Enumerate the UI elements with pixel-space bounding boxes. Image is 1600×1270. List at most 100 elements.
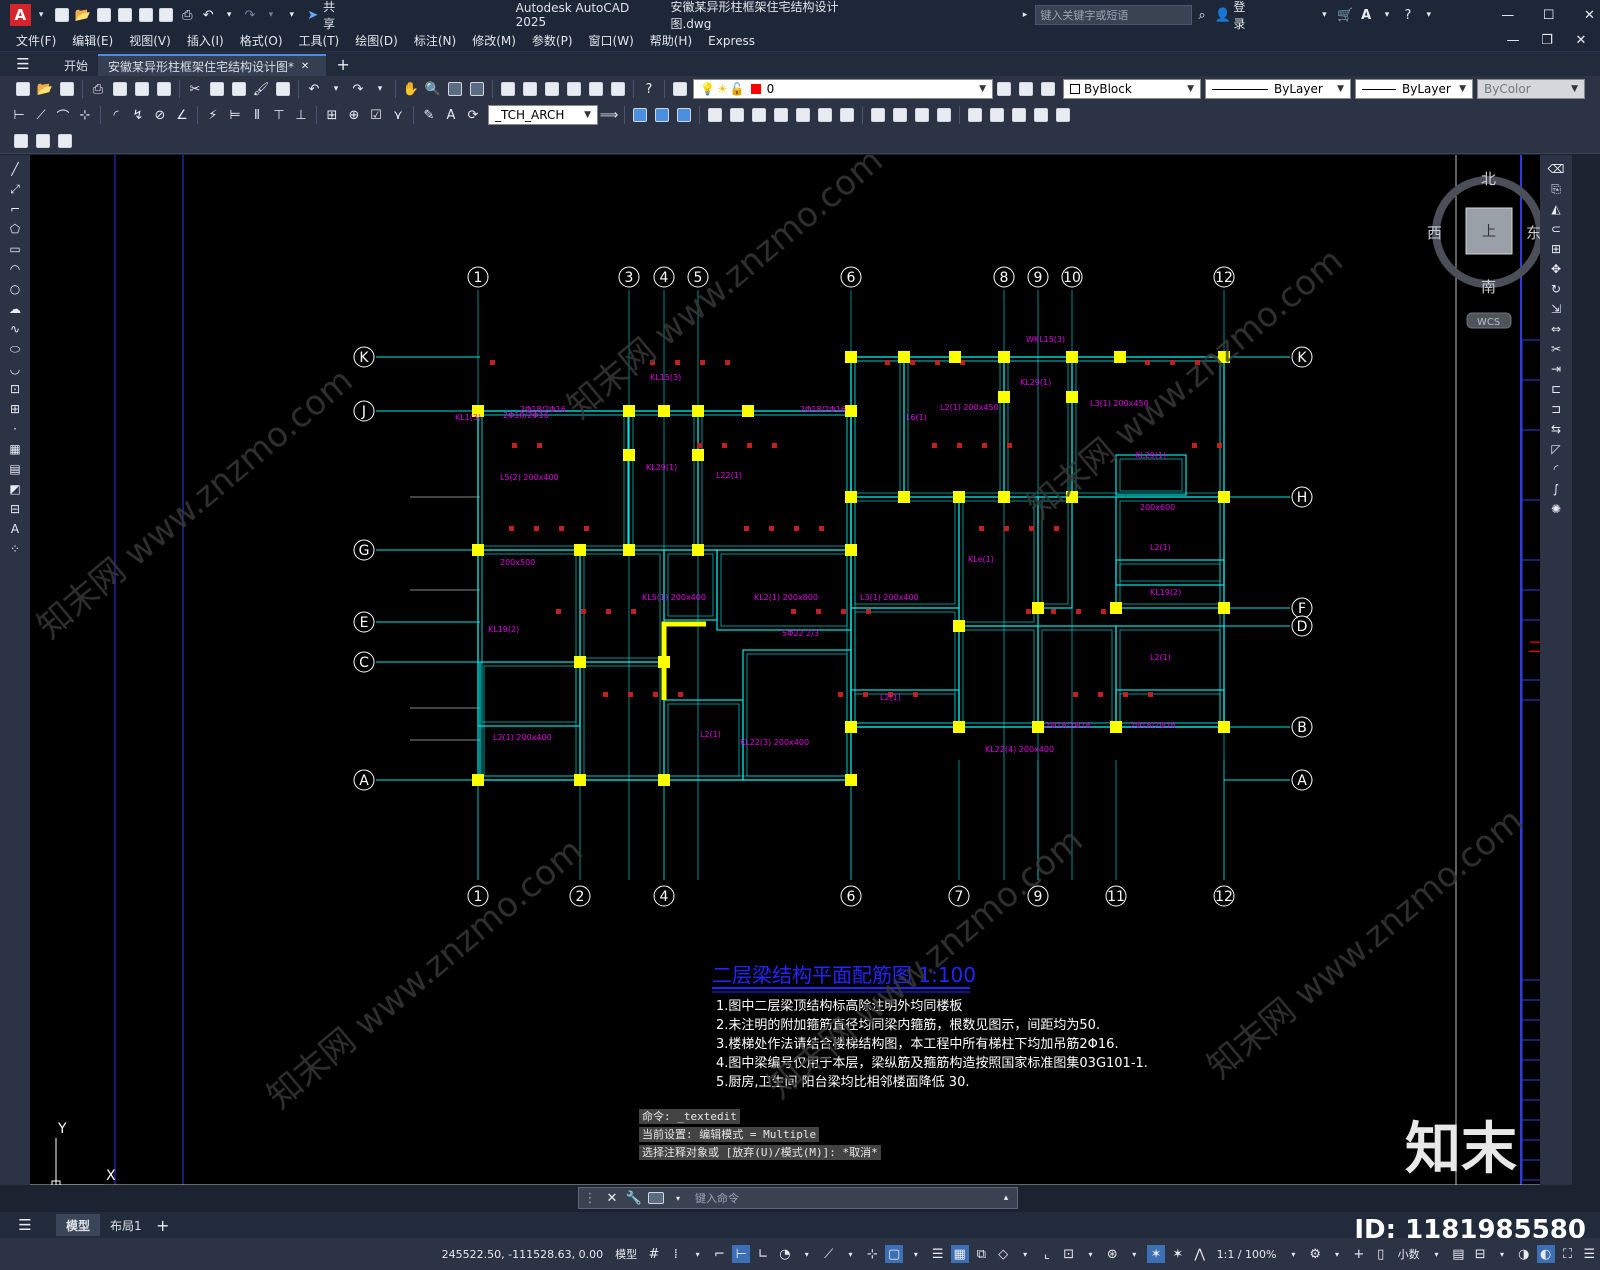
make-current-layer-icon[interactable]	[995, 80, 1013, 98]
tch-tool-9-icon[interactable]	[816, 106, 834, 124]
clean-screen-icon[interactable]: ⛶	[1559, 1245, 1577, 1263]
undo-icon[interactable]: ↶	[200, 6, 217, 24]
tch-tool-12-icon[interactable]	[891, 106, 909, 124]
explode-icon[interactable]: ✺	[1547, 500, 1565, 518]
cut-icon[interactable]: ✂	[186, 80, 204, 98]
revcloud-icon[interactable]: ☁	[6, 300, 24, 318]
redo-icon[interactable]: ↷	[242, 6, 259, 24]
hatch-icon[interactable]: ▦	[6, 440, 24, 458]
arc-icon[interactable]: ◠	[6, 260, 24, 278]
layer-properties-icon[interactable]	[671, 80, 689, 98]
customize-icon[interactable]: ▾	[283, 6, 300, 24]
menu-tools[interactable]: 工具(T)	[291, 32, 348, 49]
scale-icon[interactable]: ⇲	[1547, 300, 1565, 318]
dynamic-ucs-icon[interactable]: ⌞	[1038, 1245, 1056, 1263]
annotation-visibility-icon[interactable]: ✶	[1147, 1245, 1165, 1263]
rectangle-icon[interactable]: ▭	[6, 240, 24, 258]
polar-arrow-icon[interactable]: ▾	[798, 1245, 816, 1263]
snap-icon[interactable]: ⁞	[667, 1245, 685, 1263]
search-expand-icon[interactable]: ▸	[1017, 6, 1034, 24]
polyline-icon[interactable]: ⌐	[6, 200, 24, 218]
cmd-close-icon[interactable]: ✕	[603, 1189, 621, 1207]
move-icon[interactable]: ✥	[1547, 260, 1565, 278]
cmd-grip-icon[interactable]: ⋮	[581, 1189, 599, 1207]
save-file-icon[interactable]	[58, 80, 76, 98]
annotation-monitor-icon[interactable]: +	[1350, 1245, 1368, 1263]
search-icon[interactable]: ⌕	[1194, 6, 1211, 24]
auto-scale-icon[interactable]: ✶	[1169, 1245, 1187, 1263]
trim-icon[interactable]: ✂	[1547, 340, 1565, 358]
menu-insert[interactable]: 插入(I)	[179, 32, 232, 49]
search-input[interactable]: 键入关键字或短语	[1035, 5, 1192, 25]
web-open-icon[interactable]	[137, 6, 154, 24]
viewcube-east[interactable]: 东	[1526, 224, 1540, 242]
menu-format[interactable]: 格式(O)	[232, 32, 291, 49]
menu-parametric[interactable]: 参数(P)	[524, 32, 581, 49]
tch-tool-15-icon[interactable]	[966, 106, 984, 124]
transparency-icon[interactable]: ▦	[950, 1245, 969, 1263]
tab-model[interactable]: 模型	[56, 1214, 101, 1236]
dim-baseline-icon[interactable]: ⊨	[226, 106, 244, 124]
add-selected-icon[interactable]: ⁘	[6, 540, 24, 558]
dim-aligned-icon[interactable]: ⟋	[32, 106, 50, 124]
insert-block-icon[interactable]: ⊡	[6, 380, 24, 398]
isodraft-arrow-icon[interactable]: ▾	[842, 1245, 860, 1263]
snap-arrow-icon[interactable]: ▾	[689, 1245, 707, 1263]
publish-icon[interactable]	[133, 80, 151, 98]
undo-tb-icon[interactable]: ↶	[305, 80, 323, 98]
cmd-recent-arrow-icon[interactable]: ▾	[669, 1189, 687, 1207]
viewcube-west[interactable]: 西	[1427, 224, 1442, 242]
help-arrow-icon[interactable]: ▾	[1420, 6, 1437, 24]
selection-filter-arrow-icon[interactable]: ▾	[1082, 1245, 1100, 1263]
extra-tool-1-icon[interactable]	[12, 132, 30, 150]
tool-palettes-icon[interactable]	[543, 80, 561, 98]
break-at-point-icon[interactable]: ⊏	[1547, 380, 1565, 398]
login-arrow-icon[interactable]: ▾	[1316, 6, 1333, 24]
dim-ordinate-icon[interactable]: ⊹	[76, 106, 94, 124]
zoom-realtime-icon[interactable]: 🔍	[424, 80, 442, 98]
hamburger-icon[interactable]: ☰	[14, 55, 32, 73]
plot-icon[interactable]: ⎙	[89, 80, 107, 98]
lock-ui-icon[interactable]: ⊟	[1471, 1245, 1489, 1263]
tch-tool-8-icon[interactable]	[794, 106, 812, 124]
lineweight-toggle-icon[interactable]: ☰	[929, 1245, 947, 1263]
share-icon[interactable]: ➤	[304, 6, 321, 24]
menu-view[interactable]: 视图(V)	[121, 32, 179, 49]
a360-arrow-icon[interactable]: ▾	[1379, 6, 1396, 24]
lineweight-dropdown[interactable]: ByLayer ▼	[1355, 79, 1473, 99]
dim-linear-icon[interactable]: ⊢	[10, 106, 28, 124]
layer-state-icon[interactable]	[1039, 80, 1057, 98]
units-arrow-icon[interactable]: ▾	[1428, 1245, 1446, 1263]
copy-obj-icon[interactable]: ⎘	[1547, 180, 1565, 198]
tch-tool-17-icon[interactable]	[1010, 106, 1028, 124]
help-icon[interactable]: ?	[1399, 6, 1416, 24]
app-logo[interactable]: A	[10, 4, 31, 26]
dim-radius-icon[interactable]: ◜	[107, 106, 125, 124]
dim-diameter-icon[interactable]: ⊘	[151, 106, 169, 124]
circle-icon[interactable]: ○	[6, 280, 24, 298]
redo-tb-arrow-icon[interactable]: ▾	[371, 80, 389, 98]
array-icon[interactable]: ⊞	[1547, 240, 1565, 258]
object-snap-arrow-icon[interactable]: ▾	[907, 1245, 925, 1263]
mtext-icon[interactable]: A	[6, 520, 24, 538]
dim-update-icon[interactable]: ⟳	[464, 106, 482, 124]
drawing-canvas[interactable]: 二层梁 KL15(3) 2Φ18/2Φ16 KL1(3) L5(2) 200x400 K…	[30, 155, 1540, 1185]
dim-style-icon[interactable]: ⟹	[600, 106, 619, 124]
tab-start[interactable]: 开始	[54, 54, 98, 76]
region-icon[interactable]: ◩	[6, 480, 24, 498]
dim-space-icon[interactable]: ⊤	[270, 106, 288, 124]
menu-modify[interactable]: 修改(M)	[464, 32, 524, 49]
tch-tool-5-icon[interactable]	[728, 106, 746, 124]
help-tb-icon[interactable]: ?	[640, 80, 658, 98]
line-icon[interactable]: ╱	[6, 160, 24, 178]
tch-tool-6-icon[interactable]	[750, 106, 768, 124]
copy-icon[interactable]	[208, 80, 226, 98]
pan-icon[interactable]: ✋	[402, 80, 420, 98]
selection-filter-icon[interactable]: ⊡	[1060, 1245, 1078, 1263]
3d-osnap-arrow-icon[interactable]: ▾	[1016, 1245, 1034, 1263]
menu-dimension[interactable]: 标注(N)	[406, 32, 464, 49]
tch-tool-2-icon[interactable]	[653, 106, 671, 124]
offset-icon[interactable]: ⊂	[1547, 220, 1565, 238]
tch-tool-4-icon[interactable]	[706, 106, 724, 124]
tch-tool-16-icon[interactable]	[988, 106, 1006, 124]
